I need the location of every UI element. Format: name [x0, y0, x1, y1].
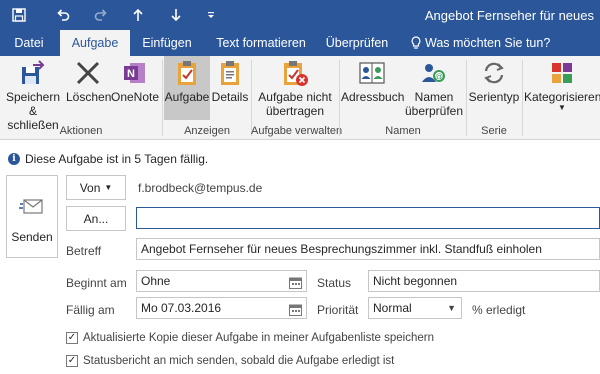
tab-einfuegen[interactable]: Einfügen — [137, 30, 197, 56]
tell-me-search[interactable]: Was möchten Sie tun? — [410, 30, 550, 56]
keep-copy-label: Aktualisierte Kopie dieser Aufgabe in me… — [83, 332, 434, 344]
task-label: Aufgabe — [164, 90, 210, 104]
group-divider — [162, 60, 163, 136]
details-label: Details — [211, 90, 249, 104]
svg-text:@: @ — [435, 73, 443, 82]
due-date-value: Mo 07.03.2016 — [141, 301, 222, 315]
undo-icon[interactable] — [52, 4, 74, 26]
status-select[interactable]: Nicht begonnen — [368, 270, 600, 292]
next-item-icon[interactable] — [165, 4, 187, 26]
tab-aufgabe[interactable]: Aufgabe — [60, 30, 130, 56]
calendar-icon[interactable] — [289, 275, 302, 291]
to-button[interactable]: An... — [66, 206, 126, 231]
checkbox-status-report[interactable]: ✓ — [66, 355, 78, 367]
group-divider — [339, 60, 340, 136]
priority-select[interactable]: Normal ▼ — [368, 297, 462, 319]
delete-label: Löschen — [66, 90, 112, 104]
group-label-manage: Aufgabe verwalten — [251, 125, 343, 137]
tab-ueberpruefen[interactable]: Überprüfen — [322, 30, 392, 56]
status-report-label: Statusbericht an mich senden, sobald die… — [83, 355, 395, 367]
keep-copy-checkbox[interactable]: ✓ Aktualisierte Kopie dieser Aufgabe in … — [66, 332, 434, 344]
to-input[interactable] — [136, 207, 600, 229]
delete-button[interactable]: Löschen — [66, 56, 112, 120]
ribbon: Speichern & schließen Löschen N OneNote … — [0, 56, 600, 140]
recurrence-icon — [468, 56, 520, 90]
from-button[interactable]: Von ▼ — [66, 175, 126, 200]
details-clipboard-icon — [210, 56, 250, 90]
onenote-button[interactable]: N OneNote — [110, 56, 160, 120]
send-button[interactable]: Senden — [6, 175, 58, 258]
addressbook-button[interactable]: Adressbuch — [341, 56, 405, 120]
group-label-names: Namen — [385, 125, 421, 137]
priority-label: Priorität — [317, 303, 359, 317]
subject-input[interactable]: Angebot Fernseher für neues Besprechungs… — [136, 238, 600, 260]
due-date-input[interactable]: Mo 07.03.2016 — [136, 297, 307, 319]
info-icon: i — [8, 153, 20, 165]
percent-complete-label: % erledigt — [472, 303, 526, 317]
tell-me-label: Was möchten Sie tun? — [425, 36, 551, 50]
chevron-down-icon: ▼ — [104, 183, 113, 192]
onenote-label: OneNote — [110, 90, 160, 104]
addressbook-icon — [341, 56, 403, 90]
tab-text-formatieren[interactable]: Text formatieren — [207, 30, 315, 56]
from-address: f.brodbeck@tempus.de — [138, 181, 263, 195]
task-view-button[interactable]: Aufgabe — [164, 56, 210, 120]
calendar-icon[interactable] — [289, 302, 302, 318]
task-clipboard-icon — [164, 56, 210, 90]
due-info-text: Diese Aufgabe ist in 5 Tagen fällig. — [25, 152, 209, 166]
details-button[interactable]: Details — [210, 56, 250, 120]
tab-datei[interactable]: Datei — [8, 30, 50, 56]
window-title: Angebot Fernseher für neues — [424, 8, 594, 23]
cancel-assignment-label: Aufgabe nicht übertragen — [258, 90, 332, 118]
send-envelope-icon — [7, 196, 57, 222]
save-and-close-button[interactable]: Speichern & schließen — [2, 56, 64, 132]
save-close-icon — [2, 56, 64, 90]
lightbulb-icon — [411, 36, 421, 49]
svg-text:N: N — [127, 68, 135, 80]
check-names-label: Namen überprüfen — [404, 90, 464, 118]
group-label-series: Serie — [481, 125, 507, 137]
title-bar: Angebot Fernseher für neues — [0, 0, 600, 30]
check-names-button[interactable]: @ Namen überprüfen — [403, 56, 465, 120]
categorize-button[interactable]: Kategorisieren ▼ — [524, 56, 600, 120]
recurrence-label: Serientyp — [468, 90, 520, 104]
start-date-label: Beginnt am — [66, 276, 127, 290]
delete-x-icon — [66, 56, 110, 90]
due-date-label: Fällig am — [66, 303, 115, 317]
status-report-checkbox[interactable]: ✓ Statusbericht an mich senden, sobald d… — [66, 355, 394, 367]
start-date-value: Ohne — [141, 274, 171, 288]
status-label: Status — [317, 276, 352, 290]
to-label: An... — [83, 211, 109, 226]
subject-label: Betreff — [66, 244, 102, 258]
customize-quick-access-icon[interactable] — [200, 4, 222, 26]
onenote-icon: N — [110, 56, 160, 90]
redo-icon[interactable] — [90, 4, 112, 26]
status-value: Nicht begonnen — [373, 274, 458, 288]
from-label: Von — [79, 180, 101, 195]
info-bar: i Diese Aufgabe ist in 5 Tagen fällig. — [8, 152, 208, 166]
check-names-icon: @ — [403, 56, 465, 90]
priority-value: Normal — [373, 301, 412, 315]
ribbon-tabs: Datei Aufgabe Einfügen Text formatieren … — [0, 30, 600, 56]
previous-item-icon[interactable] — [127, 4, 149, 26]
cancel-assignment-button[interactable]: Aufgabe nicht übertragen — [253, 56, 337, 120]
send-label: Senden — [11, 230, 53, 244]
categorize-icon — [524, 56, 600, 90]
checkbox-keep-copy[interactable]: ✓ — [66, 332, 78, 344]
categorize-label: Kategorisieren — [524, 90, 600, 104]
group-label-actions: Aktionen — [59, 125, 103, 137]
save-icon[interactable] — [8, 4, 30, 26]
cancel-assignment-icon — [253, 56, 337, 90]
chevron-down-icon: ▼ — [558, 103, 566, 112]
start-date-input[interactable]: Ohne — [136, 270, 307, 292]
recurrence-button[interactable]: Serientyp — [468, 56, 520, 120]
group-divider — [522, 60, 523, 136]
group-label-show: Anzeigen — [184, 125, 230, 137]
chevron-down-icon: ▼ — [447, 303, 456, 313]
addressbook-label: Adressbuch — [341, 90, 405, 104]
